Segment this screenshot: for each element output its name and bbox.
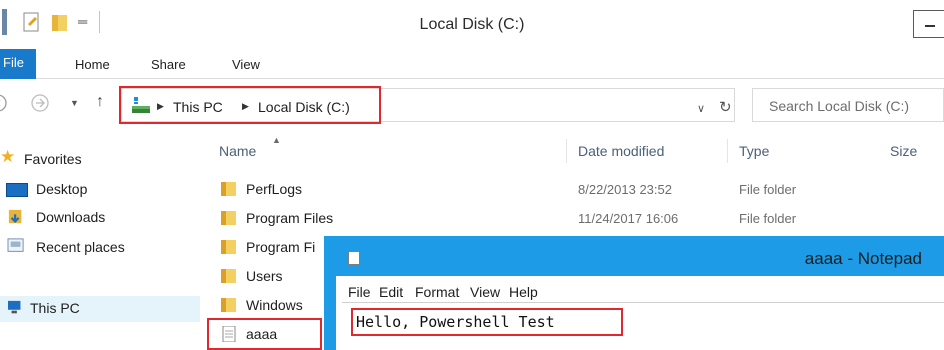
recent-locations-icon[interactable]: ▼: [70, 98, 79, 108]
column-header-size[interactable]: Size: [890, 143, 917, 159]
file-name: Users: [246, 268, 283, 284]
column-header-type[interactable]: Type: [739, 143, 769, 159]
minimize-button[interactable]: [913, 10, 944, 38]
file-name: Windows: [246, 297, 303, 313]
folder-icon: [221, 269, 236, 283]
file-name: Program Files: [246, 210, 334, 226]
navigation-pane: ★ Favorites Desktop Downloads Recent pla…: [0, 135, 200, 350]
notepad-menubar: File Edit Format View Help: [336, 276, 944, 302]
file-name: Program Fi: [246, 239, 316, 255]
address-row: ▼ ↑ ▶ This PC ▶ Local Disk (C:) ∨ ↻ Sear…: [0, 80, 944, 135]
tab-view[interactable]: View: [232, 57, 260, 72]
notepad-window[interactable]: aaaa - Notepad File Edit Format View Hel…: [324, 236, 944, 350]
folder-icon: [221, 211, 236, 225]
file-row[interactable]: PerfLogs 8/22/2013 23:52 File folder: [200, 175, 944, 203]
file-name: PerfLogs: [246, 181, 303, 197]
notepad-title: aaaa - Notepad: [804, 249, 922, 268]
address-highlight-box: [119, 86, 381, 124]
menu-format[interactable]: Format: [415, 284, 459, 300]
notepad-icon[interactable]: [348, 251, 360, 265]
notepad-text-area[interactable]: Hello, Powershell Test: [342, 302, 944, 350]
this-pc-icon: [8, 300, 21, 314]
file-date: 11/24/2017 16:06: [578, 211, 679, 226]
file-type: File folder: [739, 211, 797, 226]
column-separator[interactable]: [566, 139, 567, 163]
tab-home[interactable]: Home: [75, 57, 110, 72]
folder-icon: [221, 298, 236, 312]
menu-view[interactable]: View: [470, 284, 500, 300]
address-dropdown-icon[interactable]: ∨: [697, 102, 705, 115]
folder-icon: [221, 240, 236, 254]
menu-help[interactable]: Help: [509, 284, 538, 300]
desktop-icon: [6, 183, 28, 197]
window-title: Local Disk (C:): [419, 16, 525, 33]
back-icon[interactable]: [0, 93, 12, 113]
recent-places-icon: [7, 238, 24, 252]
notepad-titlebar[interactable]: aaaa - Notepad: [336, 236, 944, 276]
menu-edit[interactable]: Edit: [379, 284, 403, 300]
explorer-titlebar: ═ Local Disk (C:): [0, 0, 944, 49]
downloads-icon: [8, 209, 22, 224]
menu-file[interactable]: File: [348, 284, 371, 300]
file-type: File folder: [739, 182, 797, 197]
column-header-date[interactable]: Date modified: [578, 143, 664, 159]
tab-share[interactable]: Share: [151, 57, 186, 72]
search-input[interactable]: Search Local Disk (C:): [752, 88, 944, 122]
up-icon[interactable]: ↑: [96, 93, 104, 111]
content-highlight-box: [351, 308, 623, 336]
file-highlight-box: [207, 318, 322, 350]
column-separator[interactable]: [727, 139, 728, 163]
column-header-name[interactable]: Name: [219, 143, 256, 159]
file-date: 8/22/2013 23:52: [578, 182, 672, 197]
refresh-icon[interactable]: ↻: [719, 98, 732, 116]
nav-this-pc[interactable]: This PC: [0, 296, 200, 322]
star-icon: ★: [0, 147, 16, 166]
sort-ascending-icon: ▲: [272, 135, 281, 145]
folder-icon: [221, 182, 236, 196]
ribbon-tabs: File Home Share View: [0, 49, 944, 79]
tab-file[interactable]: File: [0, 49, 36, 79]
file-row[interactable]: Program Files 11/24/2017 16:06 File fold…: [200, 204, 944, 232]
forward-icon[interactable]: [30, 93, 50, 113]
